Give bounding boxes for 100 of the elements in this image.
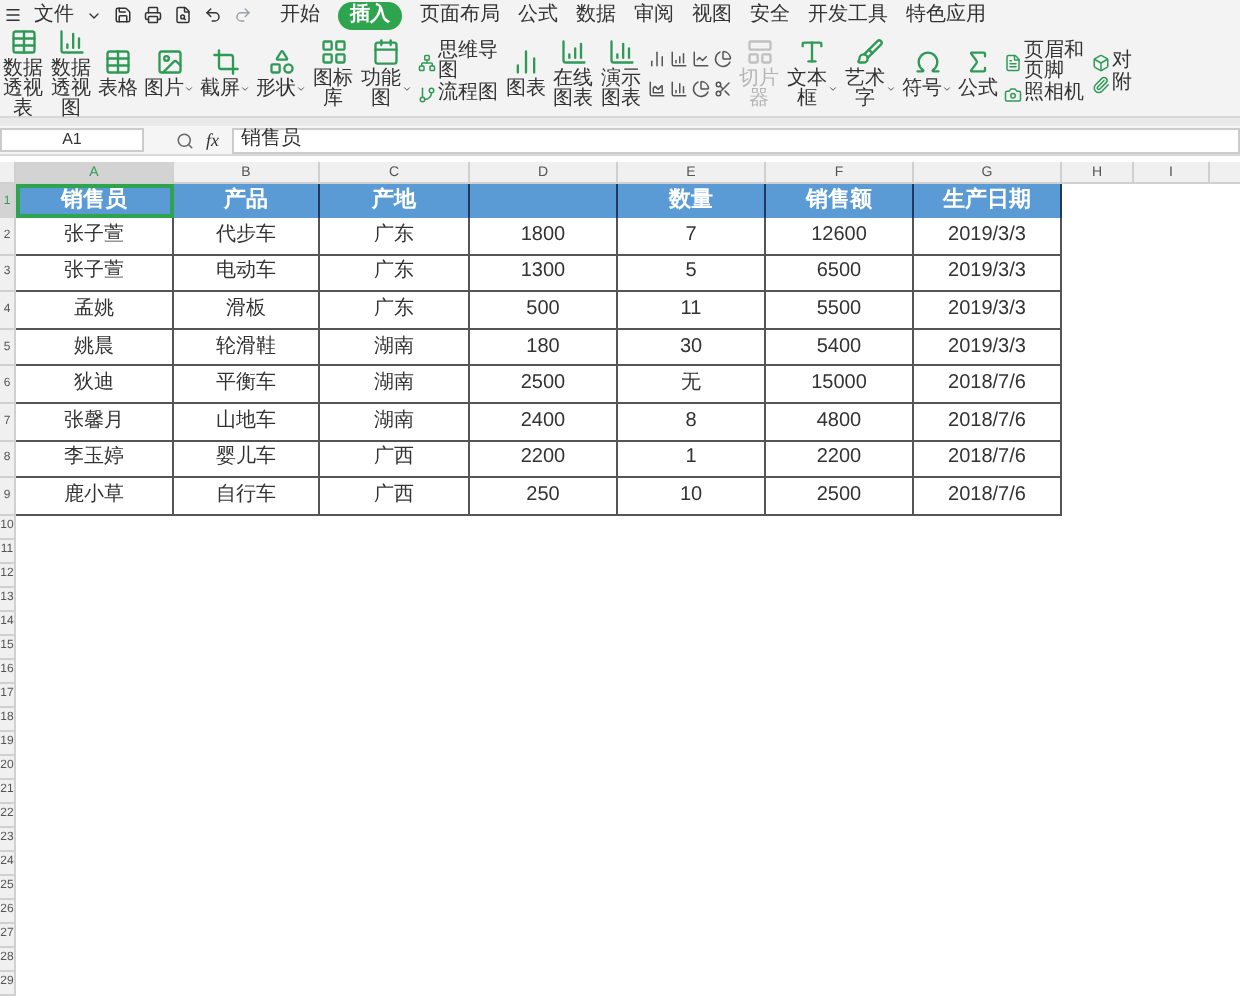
table-cell: 2200 [766,441,914,479]
ribbon-icon [913,47,941,75]
ribbon-button[interactable]: 文本框 [786,37,838,109]
table-cell: 自行车 [174,478,320,516]
table-cell: 2400 [470,403,618,442]
menu-icon[interactable] [4,6,22,24]
table-cell: 电动车 [174,255,320,293]
table-cell: 广西 [320,441,470,479]
ribbon-icon [1092,53,1110,71]
caret-icon [886,84,896,94]
ribbon-button[interactable]: 形状 [256,47,306,99]
table-cell: 2018/7/6 [914,366,1062,404]
ribbon-button[interactable]: 功能图 [360,37,412,109]
ribbon-button[interactable]: 图标库 [312,37,354,109]
save-icon[interactable] [114,6,132,24]
ribbon-button[interactable]: 照相机 [1004,84,1086,104]
undo-icon[interactable] [204,6,222,24]
ribbon-button[interactable]: 流程图 [418,84,500,104]
table-cell: 2019/3/3 [914,218,1062,256]
ribbon-icon [267,47,295,75]
table-cell: 广东 [320,255,470,293]
ribbon-icon [798,37,826,65]
menu-tab[interactable]: 特色应用 [906,5,986,25]
ribbon-button[interactable]: 截屏 [200,47,250,99]
ribbon-button[interactable]: 图表 [506,47,546,99]
menu-tab[interactable]: 安全 [750,5,790,25]
ribbon-button[interactable]: 公式 [958,47,998,99]
table-cell: 滑板 [174,292,320,330]
ribbon-button[interactable]: 演示图表 [600,37,642,109]
caret-icon [296,84,306,94]
table-cell: 湖南 [320,403,470,442]
ribbon-button[interactable]: 思维导图 [418,42,500,82]
ribbon-icon [1004,53,1022,71]
table-cell: 5400 [766,329,914,367]
table-cell: 2500 [766,478,914,516]
header-cell[interactable] [470,184,618,218]
formula-input[interactable]: 销售员 [231,127,1240,153]
table-cell: 180 [470,329,618,367]
table-cell: 2019/3/3 [914,329,1062,367]
menu-tab[interactable]: 视图 [692,5,732,25]
table-cell: 7 [618,218,766,256]
menu-tab[interactable]: 公式 [518,5,558,25]
printer-icon[interactable] [144,6,162,24]
table-cell: 2018/7/6 [914,478,1062,516]
table-cell: 鹿小草 [16,478,174,516]
zoom-icon[interactable] [176,131,194,149]
menu-tab[interactable]: 数据 [576,5,616,25]
menu-tab[interactable]: 开始 [280,5,320,25]
ribbon-icon [1004,85,1022,103]
table-cell: 1800 [470,218,618,256]
fx-icon[interactable]: fx [206,131,219,149]
table-cell: 广东 [320,218,470,256]
table-cell: 2018/7/6 [914,441,1062,479]
preview-icon[interactable] [174,6,192,24]
ribbon-icon [9,27,37,55]
caret-icon [942,84,952,94]
ribbon-button[interactable]: 页眉和页脚 [1004,42,1086,82]
table-cell: 5500 [766,292,914,330]
table-cell: 2500 [470,366,618,404]
ribbon-button[interactable]: 艺术字 [844,37,896,109]
table-cell: 500 [470,292,618,330]
caret-icon [240,84,250,94]
table-cell: 2018/7/6 [914,403,1062,442]
table-cell: 代步车 [174,218,320,256]
table-cell: 10 [618,478,766,516]
table-cell: 张子萱 [16,218,174,256]
ribbon-icon [57,27,85,55]
ribbon-button[interactable]: 符号 [902,47,952,99]
ribbon-button[interactable]: 表格 [98,47,138,99]
ribbon-icon [745,37,773,65]
table-cell: 湖南 [320,329,470,367]
ribbon-icon [211,47,239,75]
table-cell: 平衡车 [174,366,320,404]
ribbon-icon [104,47,132,75]
table-cell: 5 [618,255,766,293]
ribbon-button[interactable]: 图片 [144,47,194,99]
table-cell: 1300 [470,255,618,293]
menu-tab[interactable]: 页面布局 [420,5,500,25]
name-box[interactable]: A1 [0,128,144,152]
table-cell: 2200 [470,441,618,479]
table-cell: 广东 [320,292,470,330]
ribbon-icon [155,47,183,75]
ribbon-button[interactable]: 数据透视表 [2,27,44,119]
table-cell: 轮滑鞋 [174,329,320,367]
table-cell: 湖南 [320,366,470,404]
table-cell: 山地车 [174,403,320,442]
ribbon-button[interactable]: 数据透视图 [50,27,92,119]
ribbon-icon [964,47,992,75]
table-cell: 2019/3/3 [914,255,1062,293]
table-cell: 张子萱 [16,255,174,293]
file-menu[interactable]: 文件 [34,5,74,25]
table-cell: 8 [618,403,766,442]
ribbon-button[interactable]: 附 [1092,74,1132,94]
table-cell: 30 [618,329,766,367]
ribbon-button[interactable]: 在线图表 [552,37,594,109]
menu-tab[interactable]: 开发工具 [808,5,888,25]
table-cell: 无 [618,366,766,404]
menu-tab[interactable]: 审阅 [634,5,674,25]
ribbon-button[interactable]: 对 [1092,52,1132,72]
caret-icon [828,84,838,94]
